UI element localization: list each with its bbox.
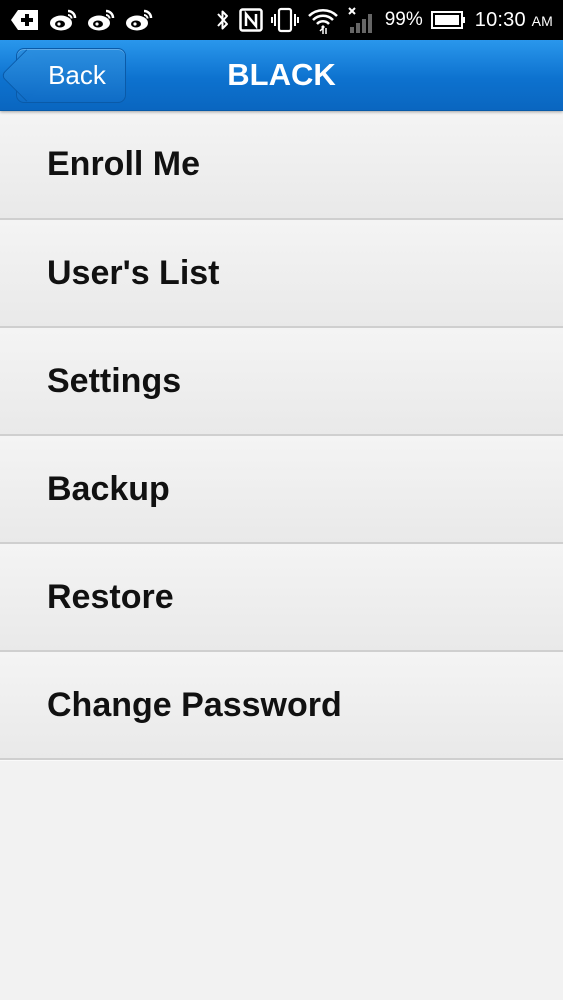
plus-tag-icon	[10, 8, 40, 32]
menu-item-backup[interactable]: Backup	[0, 436, 563, 544]
menu-item-label: Enroll Me	[47, 145, 201, 183]
menu-item-enroll-me[interactable]: Enroll Me	[0, 111, 563, 220]
vibrate-icon	[270, 7, 299, 33]
nav-bar: BLACK Back	[0, 40, 563, 111]
status-bar: 99% 10:30 AM	[0, 0, 563, 40]
battery-percent: 99%	[384, 9, 423, 30]
menu-item-label: Backup	[47, 469, 170, 508]
battery-icon	[430, 10, 467, 30]
menu-item-settings[interactable]: Settings	[0, 328, 563, 436]
status-time: 10:30 AM	[475, 9, 553, 32]
weibo-icon	[86, 8, 116, 32]
time-ampm: AM	[531, 12, 553, 29]
menu-item-label: Change Password	[47, 685, 342, 724]
menu-item-label: Restore	[47, 577, 174, 616]
menu-item-change-password[interactable]: Change Password	[0, 652, 563, 760]
signal-icon	[347, 6, 377, 34]
back-button[interactable]: Back	[0, 48, 126, 103]
status-left-icons	[10, 0, 154, 40]
menu-item-label: User's List	[47, 253, 220, 292]
weibo-icon	[48, 8, 78, 32]
status-right-icons: 99% 10:30 AM	[215, 0, 553, 40]
nfc-icon	[238, 8, 263, 32]
back-button-label: Back	[48, 60, 106, 90]
menu-list: Enroll Me User's List Settings Backup Re…	[0, 111, 563, 760]
menu-item-label: Settings	[47, 361, 182, 400]
wifi-icon	[307, 6, 339, 34]
weibo-icon	[124, 8, 154, 32]
bluetooth-icon	[215, 7, 231, 33]
menu-item-restore[interactable]: Restore	[0, 544, 563, 652]
time-value: 10:30	[474, 8, 526, 31]
menu-item-users-list[interactable]: User's List	[0, 220, 563, 328]
